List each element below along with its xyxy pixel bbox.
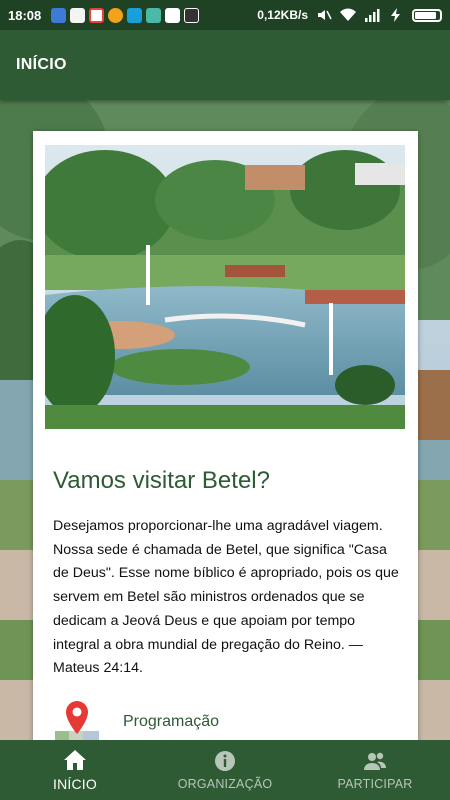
bethel-photo: [45, 145, 405, 429]
notification-icons: [51, 7, 200, 23]
app-icon: [146, 7, 162, 23]
card-title: Vamos visitar Betel?: [53, 467, 270, 494]
network-speed: 0,12KB/s: [257, 8, 308, 22]
home-icon: [64, 749, 86, 770]
nav-participar[interactable]: PARTICIPAR: [300, 740, 450, 800]
app-bar: INÍCIO: [0, 30, 450, 100]
nav-inicio-label: INÍCIO: [53, 775, 97, 792]
nav-organizacao[interactable]: ORGANIZAÇÃO: [150, 740, 300, 800]
status-right: 0,12KB/s: [257, 8, 442, 22]
info-icon: [215, 750, 235, 771]
google-icon: [89, 7, 105, 23]
nav-organizacao-label: ORGANIZAÇÃO: [177, 776, 273, 791]
battery-icon: [412, 8, 442, 22]
app-icon: [70, 7, 86, 23]
nav-participar-label: PARTICIPAR: [337, 776, 413, 791]
signal-icon: [365, 9, 380, 22]
status-left: 18:08: [8, 7, 200, 23]
status-time: 18:08: [8, 7, 42, 23]
card-description: Desejamos proporcionar-lhe uma agradável…: [53, 518, 399, 677]
app-icon: [51, 7, 67, 23]
app-icon: [127, 7, 143, 23]
app-icon: [165, 7, 181, 23]
wifi-icon: [340, 8, 356, 21]
charging-icon: [391, 8, 400, 22]
people-icon: [364, 752, 386, 770]
page-title: INÍCIO: [16, 56, 67, 73]
status-bar: 18:08 0,12KB/s: [0, 0, 450, 30]
app-icon: [108, 7, 124, 23]
programacao-label: Programação: [123, 713, 220, 730]
bottom-navigation: INÍCIO ORGANIZAÇÃO PARTICIPAR: [0, 740, 450, 800]
app-icon: [184, 7, 200, 23]
mute-icon: [318, 10, 332, 20]
visit-card[interactable]: Vamos visitar Betel? Desejamos proporcio…: [33, 131, 418, 751]
nav-inicio[interactable]: INÍCIO: [0, 740, 150, 800]
